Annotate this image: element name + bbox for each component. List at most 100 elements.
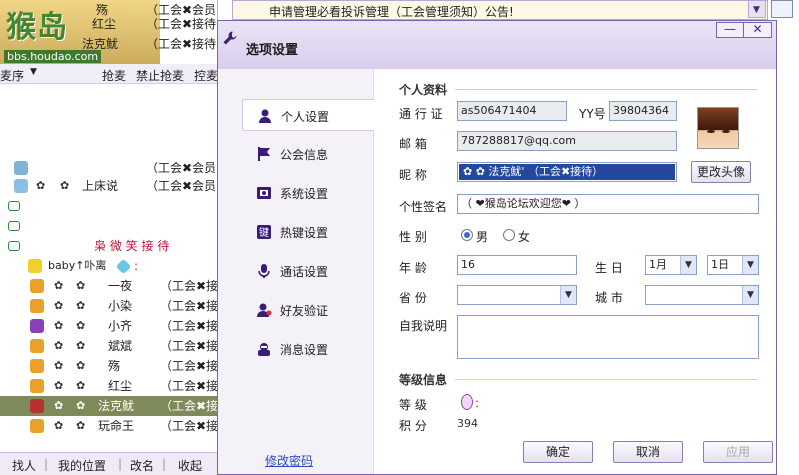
email-field: 787288817@qq.com [457, 131, 677, 151]
settings-nav: 个人设置 公会信息 系统设置 键 热键设置 通话设置 好友验证 消息设置 修改密… [218, 69, 374, 474]
divider [455, 89, 757, 90]
birth-month-select[interactable]: 1月 ▼ [645, 255, 697, 275]
flower-icon: ✿ [76, 379, 86, 392]
list-item[interactable]: ✿ ✿ 小齐 （工会✖接 [0, 316, 217, 336]
list-item[interactable] [0, 216, 217, 236]
list-item-selected[interactable]: ✿ ✿ 法克鱿 （工会✖接 [0, 396, 217, 416]
list-item[interactable]: ✿ ✿ 斌斌 （工会✖接 [0, 336, 217, 356]
list-item[interactable]: ✿ ✿ 红尘 （工会✖接 [0, 376, 217, 396]
close-button[interactable]: ✕ [744, 23, 771, 37]
list-item[interactable]: （工会✖会员 [0, 158, 217, 178]
announcement-bar[interactable]: 申请管理必看投诉管理（工会管理须知）公告! [232, 0, 768, 20]
flower-icon: ✿ [76, 359, 86, 372]
announcement-dropdown-button[interactable]: ▼ [748, 0, 766, 18]
user-icon [30, 359, 44, 373]
user-icon [30, 339, 44, 353]
ok-button[interactable]: 确定 [523, 441, 593, 463]
group-header-row[interactable]: 枭 微 笑 接 待 [0, 236, 217, 256]
message-icon [256, 341, 272, 357]
grab-mic-button[interactable]: 抢麦 [102, 67, 126, 84]
ban-grab-mic-button[interactable]: 禁止抢麦 [136, 67, 184, 84]
list-item[interactable]: 法克鱿 （工会✖接待 [0, 34, 217, 54]
passport-field: as506471404 [457, 101, 567, 121]
change-avatar-button[interactable]: 更改头像 [691, 161, 751, 183]
diamond-icon [115, 258, 132, 275]
province-label: 省 份 [399, 291, 427, 305]
chevron-down-icon: ▼ [742, 256, 758, 274]
document-icon[interactable] [771, 0, 793, 18]
collapse-button[interactable]: 收起 [178, 457, 202, 474]
nav-item-friend-verify[interactable]: 好友验证 [242, 294, 374, 326]
signature-field[interactable]: （ ❤猴岛论坛欢迎您❤ ） [457, 194, 759, 214]
user-icon [30, 299, 44, 313]
divider [455, 379, 757, 380]
user-icon [14, 161, 28, 175]
flower-icon: ✿ [76, 339, 86, 352]
gender-male-label: 男 [476, 230, 489, 244]
lock-icon [8, 221, 20, 231]
flower-icon: ✿ [60, 179, 70, 192]
points-label: 积 分 [399, 419, 427, 433]
nav-item-personal[interactable]: 个人设置 [242, 99, 374, 131]
divider: | [44, 457, 49, 471]
flower-icon: ✿ [54, 279, 64, 292]
city-select[interactable]: ▼ [645, 285, 759, 305]
flower-icon: ✿ [54, 339, 64, 352]
about-textarea[interactable] [457, 315, 759, 359]
nav-item-hotkey[interactable]: 键 热键设置 [242, 216, 374, 248]
flower-icon: ✿ [76, 319, 86, 332]
user-icon [30, 319, 44, 333]
lock-icon [8, 201, 20, 211]
control-mic-button[interactable]: 控麦 [194, 67, 217, 84]
nav-item-message[interactable]: 消息设置 [242, 333, 374, 365]
chevron-down-icon[interactable]: ▼ [30, 67, 37, 77]
user-icon [30, 279, 44, 293]
mic-order-button[interactable]: 麦序 [0, 67, 24, 84]
list-item[interactable]: ✿ ✿ 一夜 （工会✖接 [0, 276, 217, 296]
flower-icon: ✿ [76, 419, 86, 432]
cancel-button[interactable]: 取消 [613, 441, 683, 463]
list-item[interactable]: ✿ ✿ 小染 （工会✖接 [0, 296, 217, 316]
flower-icon: ✿ [54, 399, 64, 412]
nav-item-system[interactable]: 系统设置 [242, 177, 374, 209]
list-item[interactable] [0, 196, 217, 216]
flower-icon: ✿ [54, 359, 64, 372]
user-icon [14, 179, 28, 193]
window-controls: — ✕ [716, 22, 772, 38]
key-icon: 键 [256, 224, 272, 240]
province-select[interactable]: ▼ [457, 285, 577, 305]
find-person-button[interactable]: 找人 [12, 457, 36, 474]
announcement-text: 申请管理必看投诉管理（工会管理须知）公告! [269, 5, 514, 19]
microphone-icon [256, 263, 272, 279]
minimize-button[interactable]: — [717, 23, 744, 37]
group-header: 枭 微 笑 接 待 [94, 239, 170, 253]
flower-icon: ✿ [54, 419, 64, 432]
my-position-button[interactable]: 我的位置 [58, 457, 106, 474]
dialog-titlebar[interactable]: 选项设置 — ✕ [218, 21, 776, 69]
member-list: （工会✖会员 ✿ ✿ 上床说 （工会✖会员 枭 微 笑 接 待 baby↑卟离 … [0, 161, 217, 450]
list-item[interactable]: baby↑卟离 : [0, 256, 217, 276]
rename-button[interactable]: 改名 [130, 457, 154, 474]
nav-item-call[interactable]: 通话设置 [242, 255, 374, 287]
list-item[interactable]: ✿ ✿ 上床说 （工会✖会员 [0, 176, 217, 196]
level-medal-icon [461, 394, 473, 410]
chevron-down-icon: ▼ [753, 5, 760, 15]
wrench-icon [222, 30, 238, 46]
dialog-title: 选项设置 [246, 43, 299, 58]
change-password-link[interactable]: 修改密码 [265, 452, 313, 469]
age-field[interactable]: 16 [457, 255, 577, 275]
apply-button[interactable]: 应用 [703, 441, 773, 463]
chevron-down-icon: ▼ [742, 286, 758, 304]
birth-day-select[interactable]: 1日 ▼ [707, 255, 759, 275]
list-item[interactable]: ✿ ✿ 殇 （工会✖接 [0, 356, 217, 376]
list-item[interactable]: ✿ ✿ 玩命王 （工会✖接 [0, 416, 217, 436]
avatar[interactable] [697, 107, 739, 149]
nav-item-guild-info[interactable]: 公会信息 [242, 138, 374, 170]
gender-label: 性 别 [399, 230, 427, 244]
user-icon [28, 259, 42, 273]
gender-male-radio[interactable] [461, 229, 473, 241]
nickname-field[interactable]: ✿ ✿ 法克鱿' （工会✖接待） [457, 162, 677, 182]
signature-label: 个性签名 [399, 200, 448, 214]
gender-female-radio[interactable] [503, 229, 515, 241]
list-item[interactable]: 红尘 （工会✖接待 [0, 14, 217, 34]
